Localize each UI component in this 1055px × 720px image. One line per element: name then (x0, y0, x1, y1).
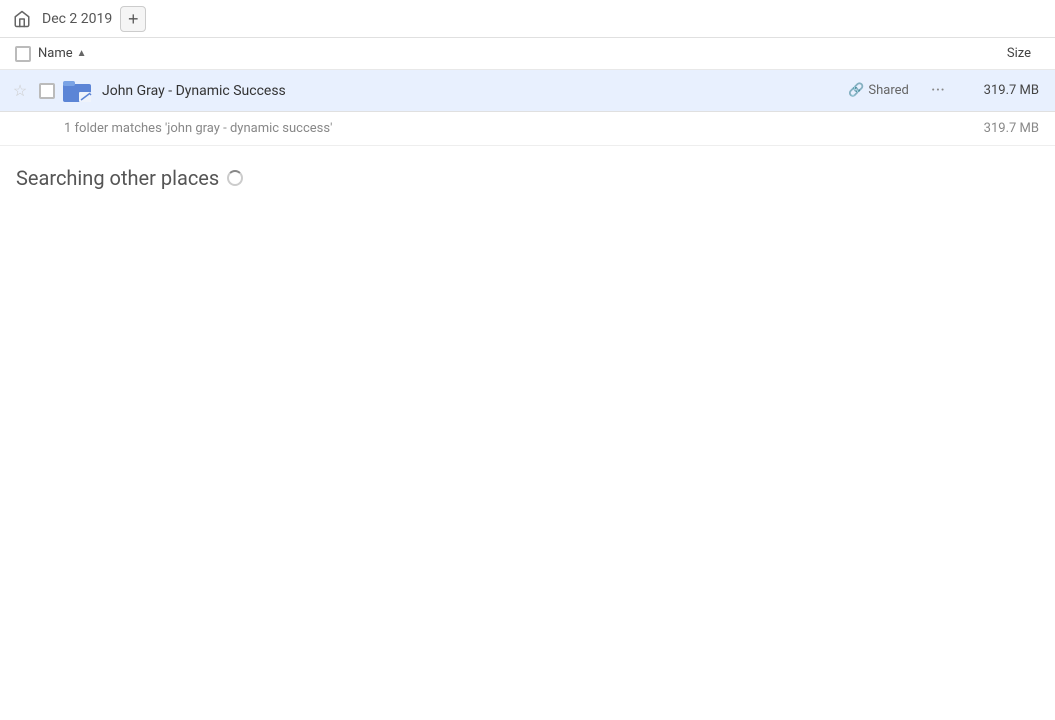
folder-icon (63, 78, 93, 104)
file-name: John Gray - Dynamic Success (102, 83, 848, 99)
column-headers: Name ▲ Size (0, 38, 1055, 70)
folder-icon-wrap (62, 75, 94, 107)
top-bar: Dec 2 2019 + (0, 0, 1055, 38)
match-summary: 1 folder matches 'john gray - dynamic su… (0, 112, 1055, 146)
link-icon: 🔗 (848, 83, 864, 98)
column-name-label: Name (38, 46, 73, 61)
breadcrumb-date[interactable]: Dec 2 2019 (42, 11, 112, 27)
loading-spinner (227, 170, 243, 186)
select-all-checkbox[interactable] (8, 46, 38, 62)
row-checkbox[interactable] (32, 83, 62, 99)
file-row[interactable]: ☆ John Gray - Dynamic Success 🔗 Shared ·… (0, 70, 1055, 112)
star-icon: ☆ (13, 81, 27, 100)
column-size-label: Size (1007, 46, 1031, 61)
star-button[interactable]: ☆ (8, 81, 32, 100)
sort-arrow-icon: ▲ (77, 48, 87, 59)
more-options-button[interactable]: ··· (925, 78, 951, 103)
searching-title: Searching other places (16, 166, 1039, 190)
home-button[interactable] (10, 7, 34, 31)
shared-badge: 🔗 Shared (848, 83, 909, 98)
searching-title-text: Searching other places (16, 166, 219, 190)
checkbox-all[interactable] (15, 46, 31, 62)
searching-section: Searching other places (0, 146, 1055, 210)
column-name-header[interactable]: Name ▲ (38, 46, 947, 61)
match-text: 1 folder matches 'john gray - dynamic su… (64, 121, 332, 136)
column-size-header[interactable]: Size (947, 46, 1047, 61)
match-size: 319.7 MB (984, 121, 1047, 136)
shared-label: Shared (868, 83, 908, 98)
file-size: 319.7 MB (967, 83, 1047, 98)
add-button[interactable]: + (120, 6, 146, 32)
